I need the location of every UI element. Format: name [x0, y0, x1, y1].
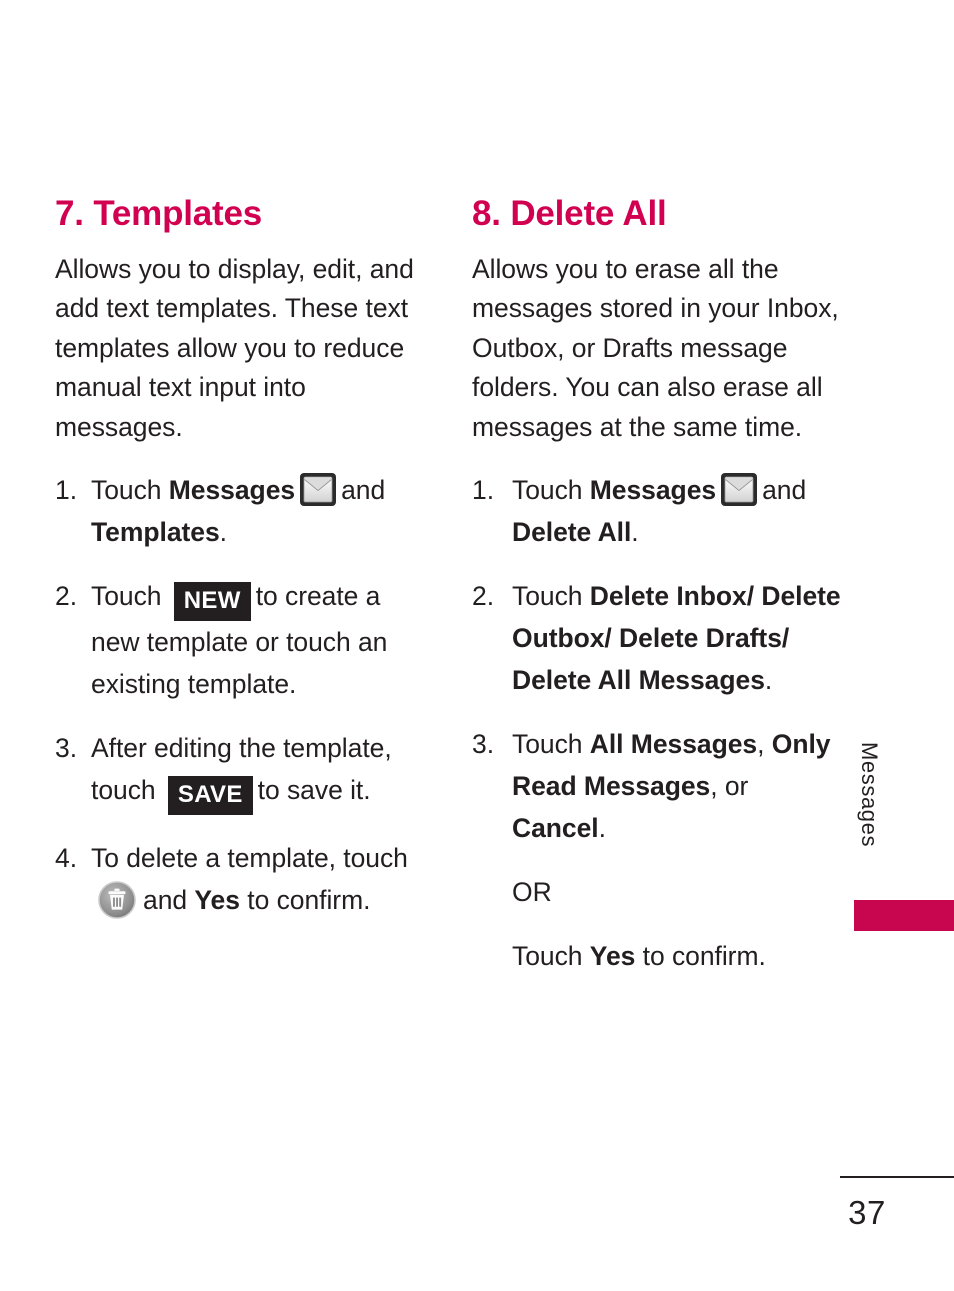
list-item-number: 2. [55, 581, 78, 612]
templates-intro-text: Allows you to display, edit, and add tex… [55, 253, 414, 442]
list-item-text: After editing the template, touch SAVE to… [91, 733, 392, 816]
manual-page: 7. Templates Allows you to display, edit… [0, 0, 954, 1291]
list-item-number: 2. [472, 581, 495, 612]
keycap-new-button[interactable]: NEW [173, 582, 251, 622]
list-item: 4. To delete a template, touch and Yes to… [55, 837, 430, 921]
delete-all-intro-text: Allows you to erase all the messages sto… [472, 253, 839, 442]
list-item: 3. Touch All Messages, Only Read Messages… [472, 723, 847, 849]
list-item-text: Touch All Messages, Only Read Messages, … [512, 729, 831, 844]
delete-all-steps-list: 1. Touch Messages and Delete All. 2. Touch D… [472, 469, 847, 849]
or-label: OR [512, 877, 552, 908]
right-column: 8. Delete All Allows you to erase all th… [472, 196, 847, 977]
side-tab-label: Messages [857, 742, 882, 848]
list-item: 1. Touch Messages and Delete All. [472, 469, 847, 553]
emphasis-term: Yes [194, 885, 240, 916]
emphasis-term: Messages [589, 475, 717, 506]
page-number: 37 [848, 1194, 886, 1231]
footer-divider [840, 1176, 954, 1178]
list-item: 1. Touch Messages and Templates. [55, 469, 430, 553]
list-item-number: 1. [55, 475, 78, 506]
emphasis-term: Templates [91, 517, 220, 548]
confirm-instruction: Touch Yes to confirm. [512, 941, 766, 972]
list-item-text: Touch Messages and Delete All. [512, 473, 807, 548]
left-column: 7. Templates Allows you to display, edit… [55, 196, 430, 921]
emphasis-term: All Messages [589, 729, 758, 760]
list-item-text: To delete a template, touch and Yes to c… [91, 843, 408, 919]
list-item-text: Touch Delete Inbox/ Delete Outbox/ Delet… [512, 581, 841, 696]
emphasis-term: Messages [168, 475, 296, 506]
trash-icon [97, 880, 137, 920]
page-title-delete-all: 8. Delete All [472, 194, 667, 233]
emphasis-term: Delete All [512, 517, 632, 548]
list-item-number: 3. [472, 729, 495, 760]
emphasis-term: Delete Inbox/ Delete Outbox/ Delete Draf… [512, 581, 841, 696]
list-item-text: Touch Messages and Templates. [91, 473, 386, 548]
list-item: 3. After editing the template, touch SAVE… [55, 727, 430, 816]
templates-steps-list: 1. Touch Messages and Templates. 2. Touch NE… [55, 469, 430, 921]
list-item-number: 4. [55, 843, 78, 874]
list-item: 2. Touch NEW to create a new template or t… [55, 575, 430, 705]
envelope-icon [300, 473, 337, 507]
side-tab-marker [854, 900, 954, 931]
emphasis-term: Cancel [512, 813, 599, 844]
list-item-number: 1. [472, 475, 495, 506]
emphasis-term: Yes [589, 941, 636, 972]
list-item-number: 3. [55, 733, 78, 764]
page-title-templates: 7. Templates [55, 194, 263, 233]
list-item-text: Touch NEW to create a new template or tou… [91, 581, 388, 700]
keycap-save-button[interactable]: SAVE [167, 776, 253, 816]
envelope-icon [721, 473, 758, 507]
list-item: 2. Touch Delete Inbox/ Delete Outbox/ Del… [472, 575, 847, 701]
